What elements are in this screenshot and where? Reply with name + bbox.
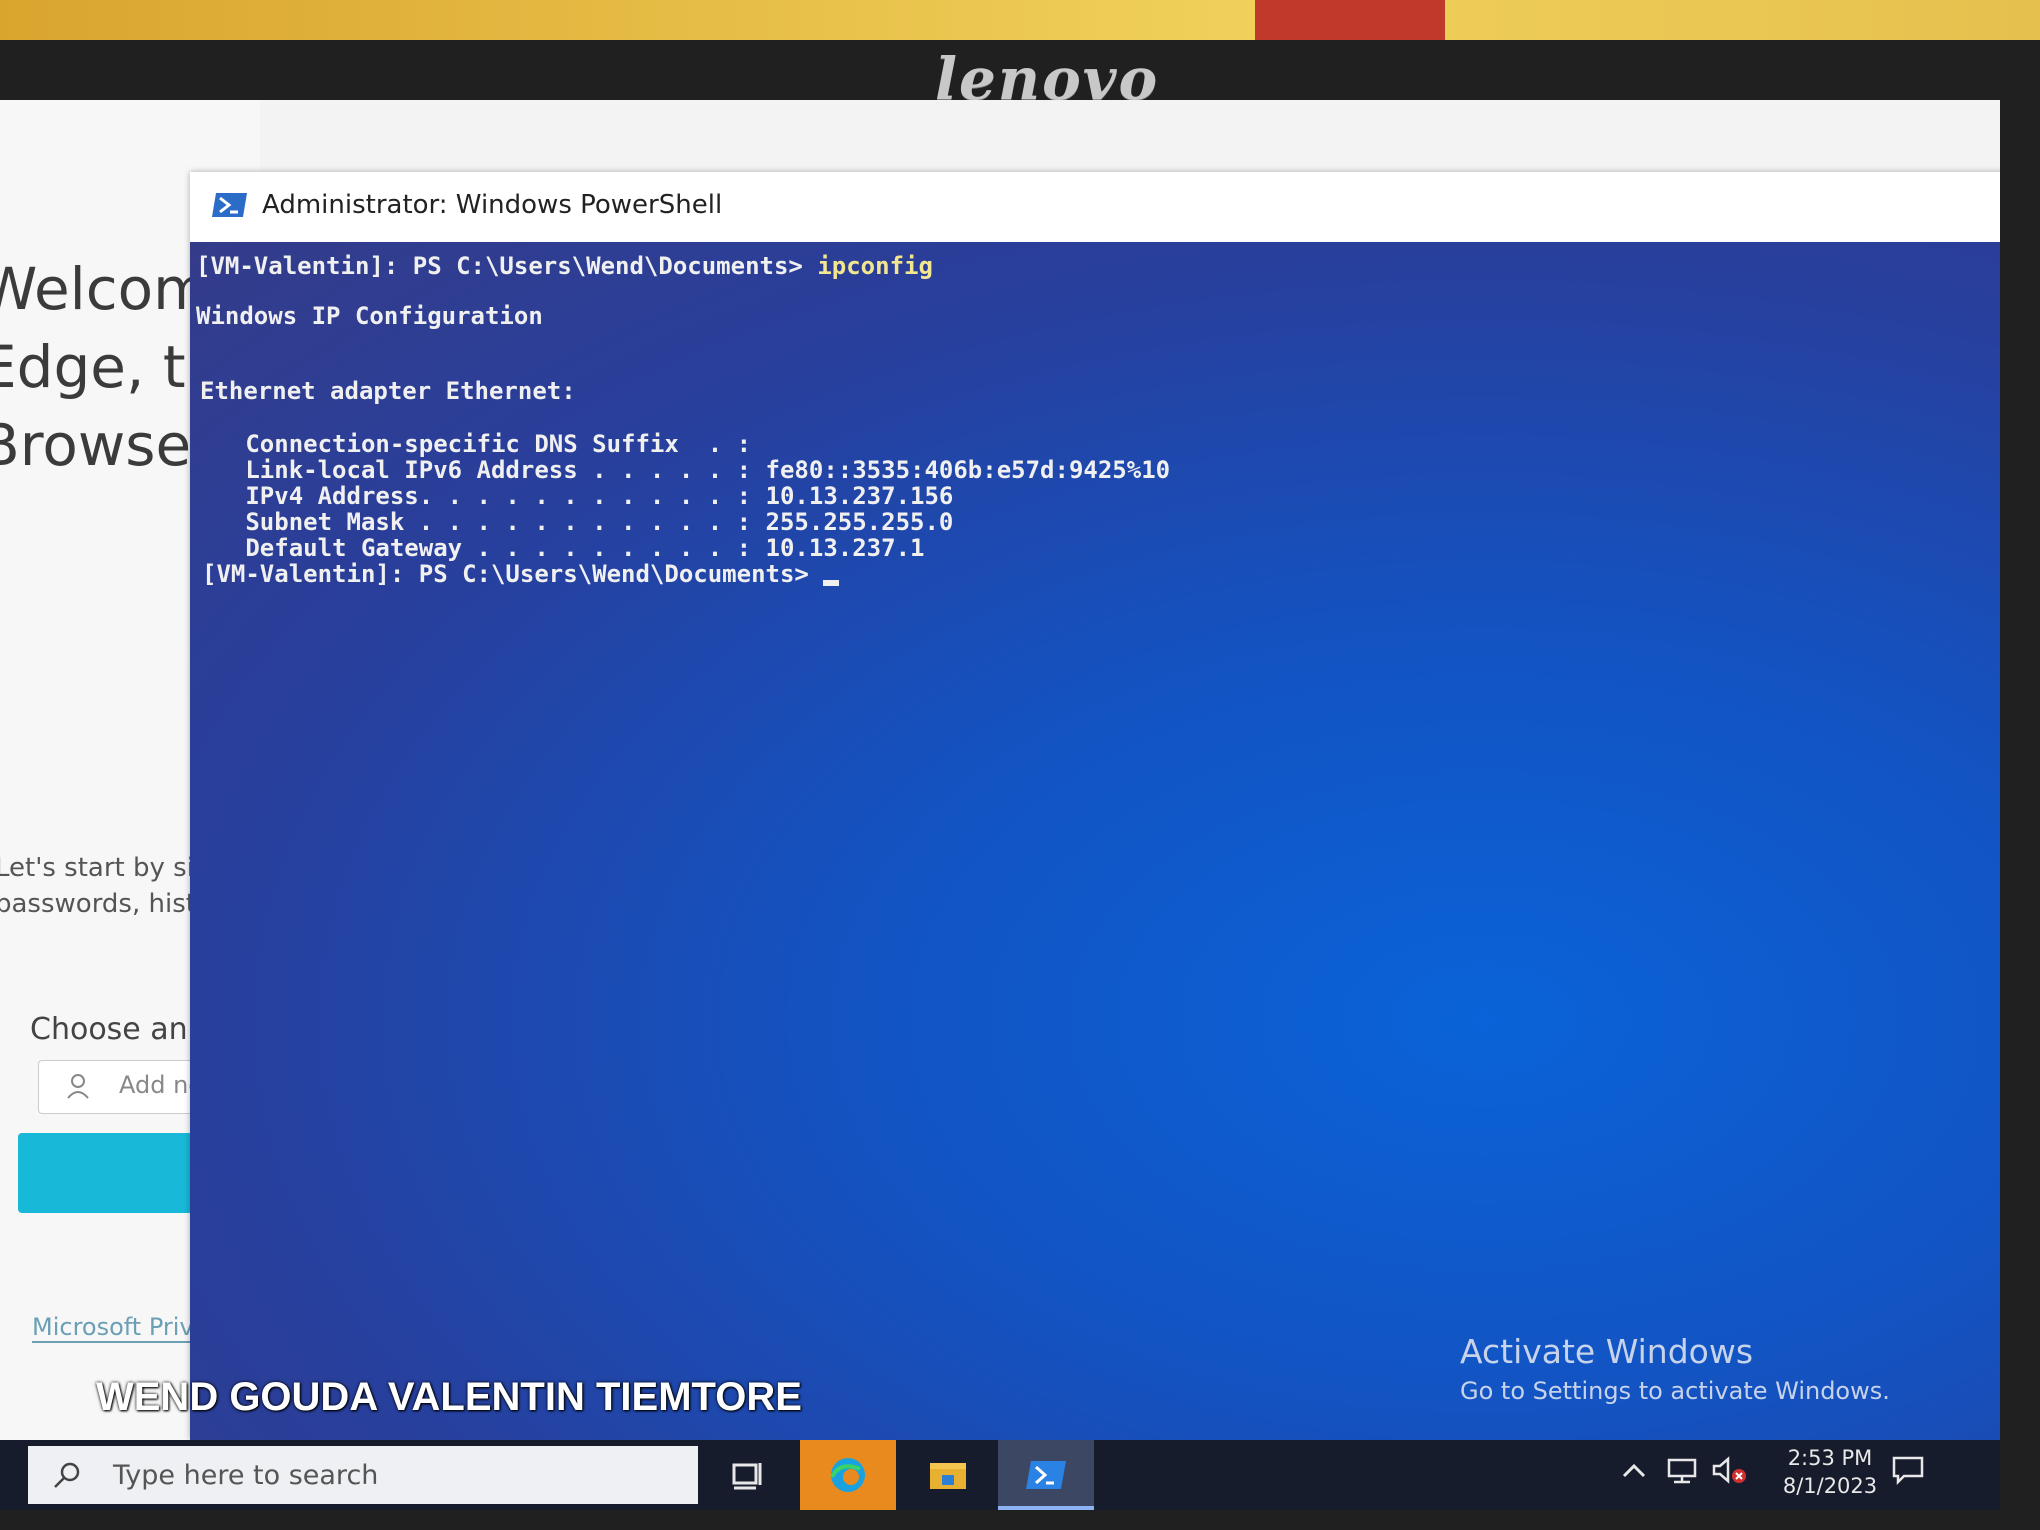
volume-muted-icon (1712, 1456, 1746, 1484)
volume-button[interactable] (1710, 1450, 1750, 1496)
text-cursor (823, 580, 840, 586)
action-center-button[interactable] (1890, 1450, 1926, 1496)
powershell-window: Administrator: Windows PowerShell — ☐ [V… (190, 172, 2000, 1440)
edge-choose-account-label: Choose an a (30, 1012, 216, 1047)
window-title: Administrator: Windows PowerShell (262, 190, 723, 220)
clock-time: 2:53 PM (1787, 1446, 1873, 1470)
edge-icon (830, 1458, 865, 1492)
activate-windows-subtitle: Go to Settings to activate Windows. (1460, 1377, 1890, 1405)
console-command: ipconfig (817, 252, 933, 280)
console-line: Default Gateway . . . . . . . . . : 10.1… (202, 534, 925, 562)
chevron-up-icon (1622, 1463, 1646, 1478)
console-line: Link-local IPv6 Address . . . . . : fe80… (202, 456, 1171, 484)
show-hidden-icons-button[interactable] (1620, 1450, 1648, 1496)
edge-taskbar-button[interactable] (800, 1440, 896, 1510)
user-icon (67, 1074, 89, 1099)
file-explorer-icon (930, 1463, 966, 1489)
clock-date: 8/1/2023 (1782, 1474, 1878, 1498)
search-placeholder: Type here to search (113, 1460, 379, 1491)
console-line: Connection-specific DNS Suffix . : (202, 430, 752, 458)
network-icon (1667, 1458, 1697, 1484)
taskbar-search-box[interactable]: Type here to search (28, 1446, 698, 1504)
powershell-icon (1026, 1461, 1066, 1489)
powershell-icon (212, 193, 247, 217)
console-line-prompt: [VM-Valentin]: PS C:\Users\Wend\Document… (196, 252, 933, 280)
taskbar-clock[interactable]: 2:53 PM 8/1/2023 (1770, 1446, 1890, 1498)
activate-windows-watermark: Activate Windows Go to Settings to activ… (1460, 1332, 1890, 1405)
console-line: Windows IP Configuration (196, 302, 543, 330)
search-icon (54, 1462, 80, 1488)
console-line: Subnet Mask . . . . . . . . . . . : 255.… (202, 508, 954, 536)
network-status-button[interactable] (1665, 1450, 1701, 1496)
file-explorer-button[interactable] (900, 1440, 996, 1510)
console-line-prompt: [VM-Valentin]: PS C:\Users\Wend\Document… (202, 560, 840, 588)
activate-windows-title: Activate Windows (1460, 1332, 1754, 1371)
console-line: Ethernet adapter Ethernet: (200, 377, 576, 405)
powershell-console[interactable]: [VM-Valentin]: PS C:\Users\Wend\Document… (190, 242, 2000, 1440)
screen: Welcom Edge, th Browser Let's start by s… (0, 100, 2000, 1510)
task-view-icon (732, 1463, 762, 1490)
task-view-button[interactable] (700, 1440, 796, 1510)
photo-watermark-text: WEND GOUDA VALENTIN TIEMTORE (96, 1375, 802, 1419)
window-title-bar[interactable]: Administrator: Windows PowerShell (190, 172, 2000, 242)
taskbar: Type here to search 2:53 PM 8/1/2023 (0, 1440, 2000, 1510)
notification-icon (1892, 1456, 1924, 1486)
console-line: IPv4 Address. . . . . . . . . . . : 10.1… (202, 482, 954, 510)
powershell-taskbar-button[interactable] (998, 1440, 1094, 1510)
